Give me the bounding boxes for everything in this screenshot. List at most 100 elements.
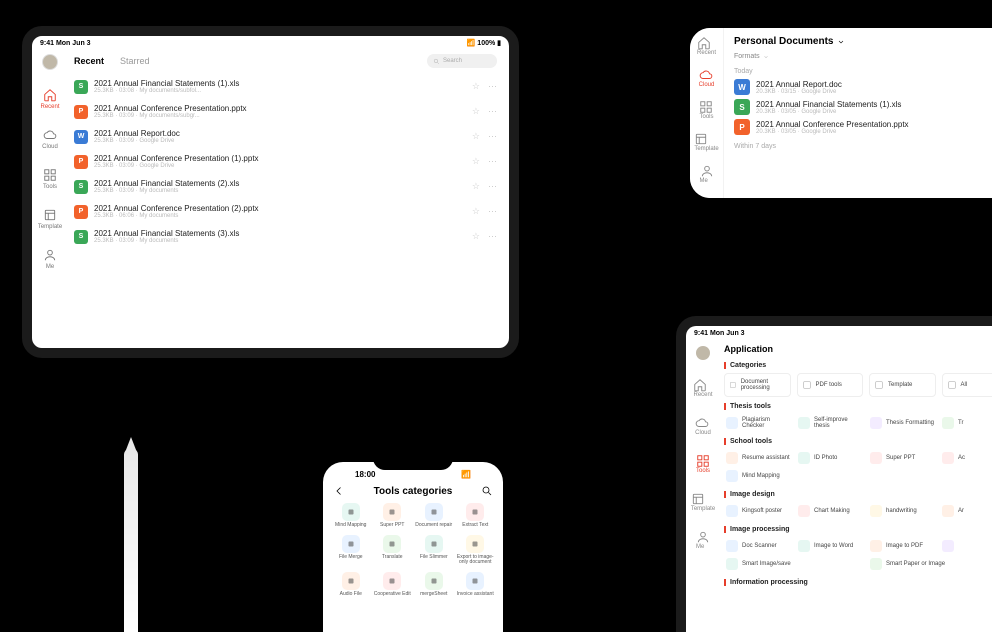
sidebar: Recent Cloud Tools Template Me	[690, 28, 724, 198]
sidebar-item-cloud[interactable]: Cloud	[42, 128, 58, 150]
app-plagiarism-checker[interactable]: Plagiarism Checker	[724, 414, 792, 432]
more-icon[interactable]: ⋯	[488, 231, 497, 242]
app-ac[interactable]: Ac	[940, 449, 992, 467]
star-icon[interactable]: ☆	[472, 156, 480, 167]
app-doc-scanner[interactable]: Doc Scanner	[724, 537, 792, 555]
category-pdf-tools[interactable]: PDF tools	[797, 373, 864, 397]
app-tr[interactable]: Tr	[940, 414, 992, 432]
app-item[interactable]	[940, 537, 992, 555]
tool-mergesheet[interactable]: mergeSheet	[414, 572, 454, 598]
tab-recent[interactable]: Recent	[74, 56, 104, 66]
file-row[interactable]: S 2021 Annual Financial Statements (1).x…	[74, 76, 497, 97]
sidebar-item-template[interactable]: Template	[38, 208, 62, 230]
app-smart-image-save[interactable]: Smart Image/save	[724, 555, 864, 573]
tool-super-ppt[interactable]: Super PPT	[373, 503, 413, 529]
tool-icon	[466, 535, 484, 553]
sidebar-item-label: Tools	[696, 468, 710, 474]
tool-audio-file[interactable]: Audio File	[331, 572, 371, 598]
more-icon[interactable]: ⋯	[488, 131, 497, 142]
file-row[interactable]: W 2021 Annual Report.doc 25.3KB · 03:09 …	[74, 126, 497, 147]
sidebar-item-me[interactable]: Me	[700, 164, 714, 184]
tool-icon	[383, 572, 401, 590]
category-all[interactable]: All	[942, 373, 992, 397]
tool-translate[interactable]: Translate	[373, 535, 413, 566]
more-icon[interactable]: ⋯	[488, 106, 497, 117]
sidebar: Recent Cloud Tools Template Me	[686, 340, 720, 632]
star-icon[interactable]: ☆	[472, 181, 480, 192]
more-icon[interactable]: ⋯	[488, 181, 497, 192]
app-label: Ac	[958, 455, 965, 461]
star-icon[interactable]: ☆	[472, 106, 480, 117]
file-name: 2021 Annual Financial Statements (1).xls	[94, 79, 466, 88]
star-icon[interactable]: ☆	[472, 231, 480, 242]
tab-starred[interactable]: Starred	[120, 56, 150, 66]
star-icon[interactable]: ☆	[472, 81, 480, 92]
app-handwriting[interactable]: handwriting	[868, 502, 936, 520]
sidebar-item-template[interactable]: Template	[691, 492, 715, 512]
back-icon[interactable]	[333, 485, 345, 497]
avatar[interactable]	[42, 54, 58, 70]
app-label: handwriting	[886, 508, 917, 514]
app-super-ppt[interactable]: Super PPT	[868, 449, 936, 467]
sidebar-item-template[interactable]: Template	[694, 132, 718, 152]
tool-file-slimmer[interactable]: File Slimmer	[414, 535, 454, 566]
sidebar-item-me[interactable]: Me	[696, 530, 710, 550]
tool-cooperative-edit[interactable]: Cooperative Edit	[373, 572, 413, 598]
app-ar[interactable]: Ar	[940, 502, 992, 520]
tool-grid: Mind Mapping Super PPT Document repair E…	[331, 503, 495, 597]
app-image-to-pdf[interactable]: Image to PDF	[868, 537, 936, 555]
category-template[interactable]: Template	[869, 373, 936, 397]
sidebar-item-cloud[interactable]: Cloud	[695, 416, 711, 436]
xls-file-icon: S	[74, 230, 88, 244]
file-row[interactable]: P 2021 Annual Conference Presentation.pp…	[734, 119, 990, 135]
tool-invoice-assistant[interactable]: Invoice assistant	[456, 572, 496, 598]
sidebar-item-recent[interactable]: Recent	[697, 36, 716, 56]
app-self-improve-thesis[interactable]: Self-improve thesis	[796, 414, 864, 432]
star-icon[interactable]: ☆	[472, 131, 480, 142]
file-row[interactable]: S 2021 Annual Financial Statements (2).x…	[74, 176, 497, 197]
more-icon[interactable]: ⋯	[488, 81, 497, 92]
app-image-to-word[interactable]: Image to Word	[796, 537, 864, 555]
app-kingsoft-poster[interactable]: Kingsoft poster	[724, 502, 792, 520]
category-icon	[874, 380, 884, 390]
file-row[interactable]: P 2021 Annual Conference Presentation.pp…	[74, 101, 497, 122]
file-row[interactable]: W 2021 Annual Report.doc 20.3KB · 03/15 …	[734, 79, 990, 95]
search-input[interactable]: Search	[427, 54, 497, 68]
app-smart-paper-or-image[interactable]: Smart Paper or Image	[868, 555, 992, 573]
sidebar-item-recent[interactable]: Recent	[40, 88, 59, 110]
tool-file-merge[interactable]: File Merge	[331, 535, 371, 566]
tool-mind-mapping[interactable]: Mind Mapping	[331, 503, 371, 529]
file-row[interactable]: P 2021 Annual Conference Presentation (2…	[74, 201, 497, 222]
sidebar-item-me[interactable]: Me	[43, 248, 57, 270]
sidebar-item-cloud[interactable]: Cloud	[699, 68, 715, 88]
folder-title[interactable]: Personal Documents	[734, 36, 990, 47]
user-icon	[700, 164, 714, 178]
app-mind-mapping[interactable]: Mind Mapping	[724, 467, 992, 485]
tool-export-to-image-only-document[interactable]: Export to image-only document	[456, 535, 496, 566]
file-row[interactable]: S 2021 Annual Financial Statements (1).x…	[734, 99, 990, 115]
tool-extract-text[interactable]: Extract Text	[456, 503, 496, 529]
file-row[interactable]: P 2021 Annual Conference Presentation (1…	[74, 151, 497, 172]
sidebar-item-tools[interactable]: Tools	[699, 100, 713, 120]
app-icon	[870, 452, 882, 464]
file-meta: 20.3KB · 03/05 · Google Drive	[756, 129, 990, 135]
search-icon[interactable]	[481, 485, 493, 497]
app-resume-assistant[interactable]: Resume assistant	[724, 449, 792, 467]
app-id-photo[interactable]: ID Photo	[796, 449, 864, 467]
category-icon	[802, 380, 812, 390]
star-icon[interactable]: ☆	[472, 206, 480, 217]
sidebar-item-recent[interactable]: Recent	[693, 378, 712, 398]
formats-filter[interactable]: Formats	[734, 53, 990, 60]
app-chart-making[interactable]: Chart Making	[796, 502, 864, 520]
tool-document-repair[interactable]: Document repair	[414, 503, 454, 529]
more-icon[interactable]: ⋯	[488, 156, 497, 167]
app-thesis-formatting[interactable]: Thesis Formatting	[868, 414, 936, 432]
user-icon	[696, 530, 710, 544]
file-list: W 2021 Annual Report.doc 20.3KB · 03/15 …	[734, 79, 990, 135]
avatar[interactable]	[696, 346, 710, 360]
sidebar-item-tools[interactable]: Tools	[696, 454, 710, 474]
category-document-processing[interactable]: Document processing	[724, 373, 791, 397]
sidebar-item-tools[interactable]: Tools	[43, 168, 57, 190]
more-icon[interactable]: ⋯	[488, 206, 497, 217]
file-row[interactable]: S 2021 Annual Financial Statements (3).x…	[74, 226, 497, 247]
